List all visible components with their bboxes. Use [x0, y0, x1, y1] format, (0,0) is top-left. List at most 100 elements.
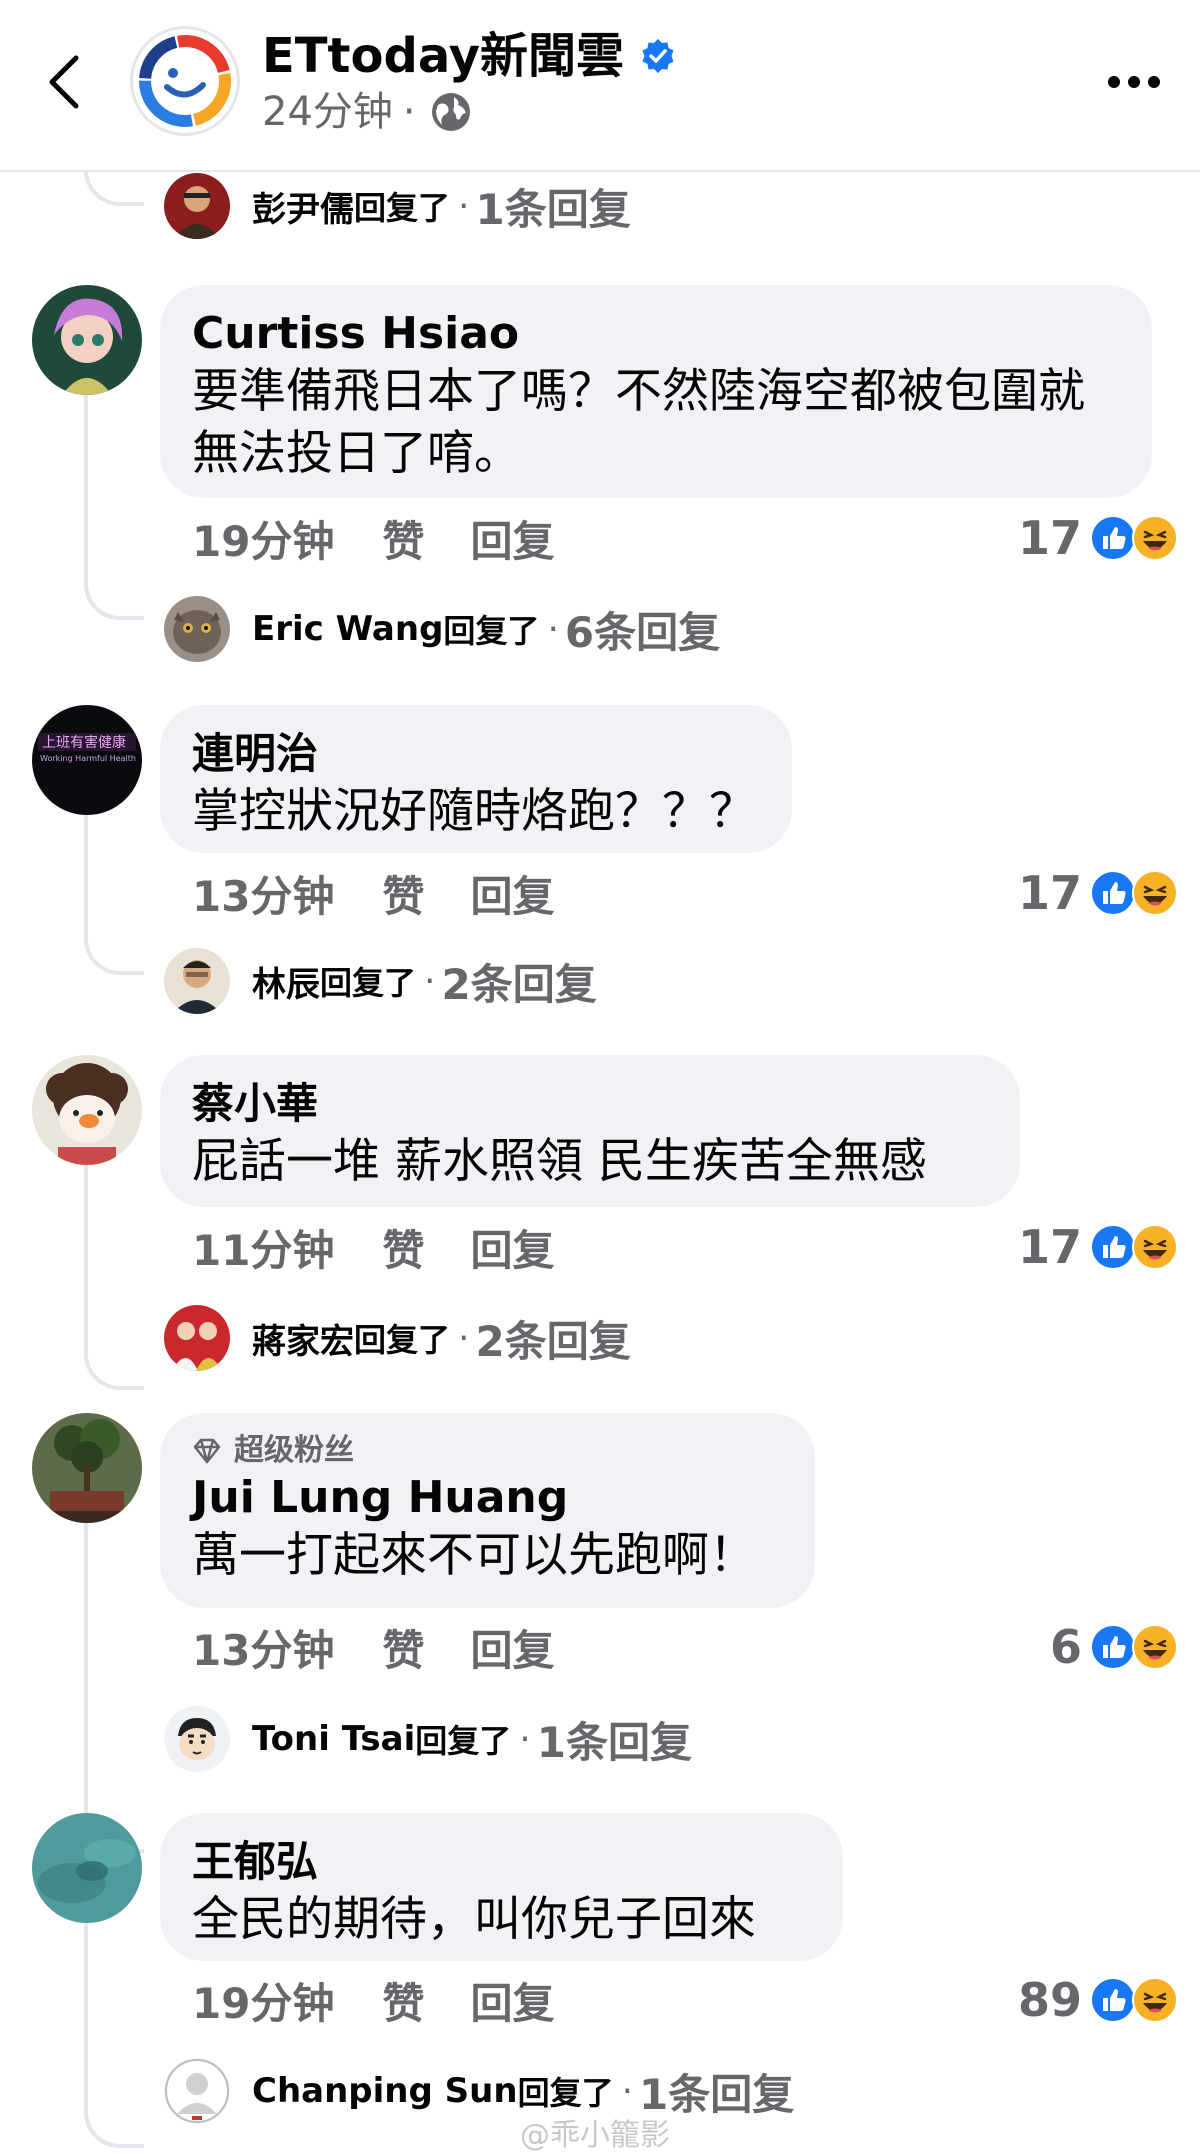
avatar[interactable] — [164, 1305, 230, 1371]
meta-separator: · — [402, 89, 416, 135]
view-replies-link[interactable]: 1条回复 — [537, 1709, 692, 1770]
separator: · — [547, 608, 559, 650]
view-replies-link[interactable]: 1条回复 — [475, 176, 630, 237]
svg-text:上班有害健康: 上班有害健康 — [42, 734, 126, 751]
post-time[interactable]: 24分钟 — [262, 86, 393, 138]
reaction-summary[interactable]: 17 — [1018, 1219, 1178, 1275]
avatar[interactable] — [164, 596, 230, 662]
comment-time[interactable]: 13分钟 — [192, 863, 334, 924]
reaction-count: 89 — [1017, 1973, 1082, 2027]
avatar[interactable] — [164, 948, 230, 1014]
comment-author[interactable]: Curtiss Hsiao — [192, 307, 1120, 361]
page-avatar[interactable] — [130, 26, 240, 136]
like-button[interactable]: 赞 — [382, 863, 424, 924]
reply-author[interactable]: Toni Tsai — [252, 1719, 415, 1759]
reply-verb: 回复了 — [517, 2074, 614, 2112]
reaction-count: 17 — [1017, 1220, 1082, 1274]
comment-actions: 19分钟 赞 回复 — [192, 1972, 554, 2028]
post-meta: 24分钟 · — [262, 86, 472, 138]
like-reaction-icon — [1090, 515, 1136, 561]
comment-actions: 13分钟 赞 回复 — [192, 1619, 554, 1675]
like-button[interactable]: 赞 — [382, 1217, 424, 1278]
comment-actions: 19分钟 赞 回复 — [192, 510, 554, 566]
top-fan-badge: 超级粉丝 — [192, 1431, 783, 1471]
thread-connector — [84, 395, 144, 620]
reply-button[interactable]: 回复 — [470, 1970, 554, 2031]
reply-button[interactable]: 回复 — [470, 863, 554, 924]
diamond-icon — [193, 1438, 221, 1464]
reply-button[interactable]: 回复 — [470, 1217, 554, 1278]
page-name-text[interactable]: ETtoday新聞雲 — [262, 26, 624, 86]
comment-time[interactable]: 19分钟 — [192, 508, 334, 569]
like-button[interactable]: 赞 — [382, 1970, 424, 2031]
comment-author[interactable]: 蔡小華 — [192, 1077, 988, 1131]
comment-author[interactable]: 連明治 — [192, 727, 760, 781]
avatar[interactable] — [164, 173, 230, 239]
reply-author[interactable]: 彭尹儒 — [252, 182, 354, 231]
reaction-summary[interactable]: 17 — [1018, 865, 1178, 921]
reply-summary[interactable]: Chanping Sun 回复了 · 1条回复 — [164, 2055, 794, 2127]
post-header: ETtoday新聞雲 24分钟 · — [0, 0, 1200, 172]
separator: · — [519, 1718, 531, 1760]
like-button[interactable]: 赞 — [382, 1617, 424, 1678]
avatar[interactable] — [32, 1055, 142, 1165]
comment-text: 要準備飛日本了嗎？不然陸海空都被包圍就無法投日了唷。 — [192, 364, 1085, 481]
avatar[interactable] — [164, 2058, 230, 2124]
comment-time[interactable]: 19分钟 — [192, 1970, 334, 2031]
reaction-count: 17 — [1017, 866, 1082, 920]
more-options-icon[interactable] — [1106, 66, 1162, 98]
comment-author[interactable]: 王郁弘 — [192, 1835, 811, 1889]
reply-author[interactable]: 蔣家宏 — [252, 1314, 354, 1363]
separator: · — [458, 1317, 470, 1359]
reply-author[interactable]: Eric Wang — [252, 609, 443, 649]
reply-author[interactable]: Chanping Sun — [252, 2071, 518, 2111]
separator: · — [424, 960, 436, 1002]
reaction-summary[interactable]: 17 — [1018, 510, 1178, 566]
haha-reaction-icon — [1132, 1224, 1178, 1270]
reply-button[interactable]: 回复 — [470, 508, 554, 569]
page-title[interactable]: ETtoday新聞雲 — [262, 26, 676, 86]
comment-author[interactable]: Jui Lung Huang — [192, 1471, 783, 1525]
avatar[interactable] — [32, 1813, 142, 1923]
view-replies-link[interactable]: 2条回复 — [441, 951, 596, 1012]
comment-bubble: 蔡小華 屁話一堆 薪水照領 民生疾苦全無感 — [160, 1055, 1020, 1207]
reply-author[interactable]: 林辰 — [252, 957, 320, 1006]
haha-reaction-icon — [1132, 1977, 1178, 2023]
comment-time[interactable]: 11分钟 — [192, 1217, 334, 1278]
reply-summary[interactable]: Eric Wang 回复了 · 6条回复 — [164, 593, 720, 665]
separator: · — [621, 2070, 634, 2112]
view-replies-link[interactable]: 2条回复 — [475, 1308, 630, 1369]
reply-summary[interactable]: 蔣家宏 回复了 · 2条回复 — [164, 1302, 631, 1374]
reply-verb: 回复了 — [415, 1722, 512, 1760]
avatar[interactable] — [164, 1706, 230, 1772]
reply-verb: 回复了 — [320, 964, 417, 1002]
comment-text: 全民的期待，叫你兒子回來 — [192, 1892, 756, 1947]
reply-button[interactable]: 回复 — [470, 1617, 554, 1678]
thread-connector — [84, 1165, 144, 1390]
like-reaction-icon — [1090, 1977, 1136, 2023]
avatar[interactable] — [32, 1413, 142, 1523]
ettoday-logo-icon — [139, 35, 231, 128]
reply-summary[interactable]: Toni Tsai 回复了 · 1条回复 — [164, 1703, 692, 1775]
view-replies-link[interactable]: 6条回复 — [565, 599, 720, 660]
comment-text: 掌控狀況好隨時烙跑？？？ — [192, 784, 756, 839]
reaction-summary[interactable]: 6 — [1050, 1619, 1178, 1675]
thread-connector — [84, 1923, 144, 2148]
like-button[interactable]: 赞 — [382, 508, 424, 569]
reply-verb: 回复了 — [354, 189, 451, 227]
comment-time[interactable]: 13分钟 — [192, 1617, 334, 1678]
reaction-summary[interactable]: 89 — [1018, 1972, 1178, 2028]
svg-text:Working Harmful Health: Working Harmful Health — [40, 754, 136, 763]
comment-actions: 11分钟 赞 回复 — [192, 1219, 554, 1275]
comment-bubble: 超级粉丝 Jui Lung Huang 萬一打起來不可以先跑啊！ — [160, 1413, 815, 1608]
comment-bubble: 連明治 掌控狀況好隨時烙跑？？？ — [160, 705, 792, 853]
avatar[interactable] — [32, 285, 142, 395]
haha-reaction-icon — [1132, 870, 1178, 916]
back-arrow-icon[interactable] — [40, 52, 90, 112]
like-reaction-icon — [1090, 870, 1136, 916]
comment-bubble: Curtiss Hsiao 要準備飛日本了嗎？不然陸海空都被包圍就無法投日了唷。 — [160, 285, 1152, 498]
thread-connector — [84, 170, 144, 206]
avatar[interactable]: 上班有害健康 Working Harmful Health — [32, 705, 142, 815]
reply-summary[interactable]: 彭尹儒 回复了 · 1条回复 — [164, 170, 631, 242]
reply-summary[interactable]: 林辰 回复了 · 2条回复 — [164, 945, 597, 1017]
